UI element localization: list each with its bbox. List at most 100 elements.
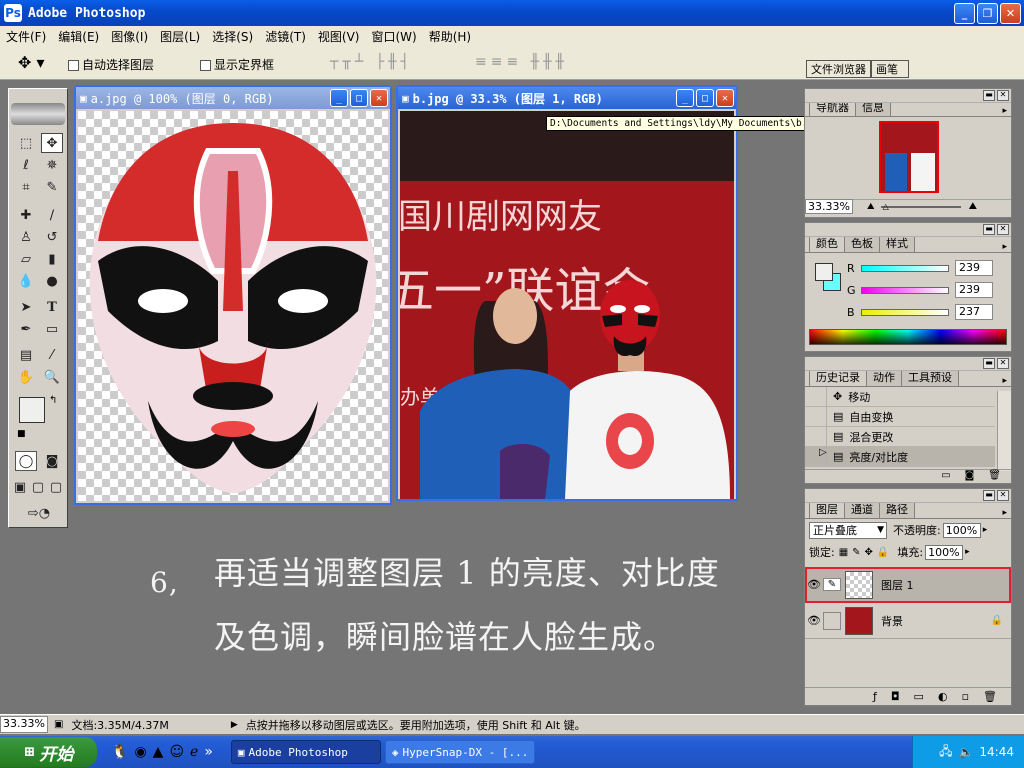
distribute-buttons-icon[interactable]: ≡≡≡ ╫╫╫	[475, 54, 568, 70]
zoom-icon[interactable]: 🔍	[41, 367, 63, 387]
notes-icon[interactable]: ▤	[15, 345, 37, 365]
layer-style-icon[interactable]: ƒ	[873, 690, 877, 703]
history-scrollbar[interactable]	[997, 391, 1011, 471]
taskbar-hypersnap[interactable]: ◈ HyperSnap-DX - [...	[384, 740, 535, 764]
auto-select-layer-option[interactable]: 自动选择图层	[68, 56, 154, 73]
history-item[interactable]: ✥ 移动	[805, 387, 995, 407]
align-buttons-icon[interactable]: ┬╥┴ ├╫┤	[330, 54, 413, 70]
marquee-icon[interactable]: ⬚	[15, 133, 37, 153]
taskbar-photoshop[interactable]: ▣ Adobe Photoshop	[230, 740, 381, 764]
opacity-arrow-icon[interactable]: ▸	[983, 525, 988, 535]
clone-stamp-icon[interactable]: ♙	[15, 227, 37, 247]
panel-close-button[interactable]: ✕	[997, 490, 1009, 501]
history-item[interactable]: ▤ 混合更改	[805, 426, 995, 447]
status-menu-arrow-icon[interactable]: ▶	[231, 720, 238, 730]
more-chevron-icon[interactable]: »	[204, 744, 213, 760]
green-value-field[interactable]: 239	[955, 282, 993, 298]
history-item[interactable]: ▤ 自由变换	[805, 406, 995, 427]
adjustment-layer-icon[interactable]: ◐	[938, 690, 948, 703]
minimize-button[interactable]: _	[954, 2, 975, 24]
panel-close-button[interactable]: ✕	[997, 224, 1009, 235]
close-button[interactable]: ✕	[1000, 2, 1021, 24]
blur-icon[interactable]: 💧	[15, 271, 37, 291]
dodge-icon[interactable]: ●	[41, 271, 63, 291]
layer-row-layer1[interactable]: 👁 ✎ 图层 1	[805, 567, 1011, 603]
panel-minimize-button[interactable]: ▬	[983, 90, 995, 101]
new-layer-icon[interactable]: ▫	[962, 690, 969, 703]
start-button[interactable]: ⊞ 开始	[0, 737, 97, 767]
brush-link-icon[interactable]: ✎	[823, 578, 841, 591]
move-tool-icon[interactable]: ✥	[41, 133, 63, 153]
panel-menu-arrow-icon[interactable]: ▸	[1002, 508, 1007, 518]
quick-mask-icon[interactable]: ◙	[41, 451, 63, 471]
panel-minimize-button[interactable]: ▬	[983, 358, 995, 369]
panel-menu-arrow-icon[interactable]: ▸	[1002, 376, 1007, 386]
new-set-icon[interactable]: ▭	[914, 690, 924, 703]
screen-mode-full-icon[interactable]: ▢	[47, 477, 65, 497]
gradient-icon[interactable]: ▮	[41, 249, 63, 269]
volume-icon[interactable]: 🔈	[958, 745, 973, 759]
foreground-color-swatch[interactable]	[19, 397, 45, 423]
screen-mode-full-menu-icon[interactable]: ▢	[29, 477, 47, 497]
brush-icon[interactable]: ∕	[41, 205, 63, 225]
doc-a-maximize-button[interactable]: □	[350, 89, 368, 107]
color-ramp[interactable]	[809, 329, 1007, 345]
default-colors-icon[interactable]: ■	[17, 429, 26, 439]
delete-layer-icon[interactable]: 🗑	[983, 690, 997, 703]
menu-select[interactable]: 选择(S)	[206, 28, 259, 45]
crop-icon[interactable]: ⌗	[15, 177, 37, 197]
history-item-current[interactable]: ▷ ▤ 亮度/对比度	[805, 446, 995, 467]
visibility-eye-icon[interactable]: 👁	[805, 614, 823, 627]
doc-a-close-button[interactable]: ✕	[370, 89, 388, 107]
new-snapshot-icon[interactable]: ◙	[965, 470, 975, 483]
navigator-thumbnail[interactable]	[879, 121, 939, 193]
panel-minimize-button[interactable]: ▬	[983, 490, 995, 501]
document-a-canvas[interactable]	[78, 111, 388, 501]
history-brush-icon[interactable]: ↺	[41, 227, 63, 247]
magic-wand-icon[interactable]: ✵	[41, 155, 63, 175]
menu-help[interactable]: 帮助(H)	[423, 28, 477, 45]
auto-select-checkbox[interactable]	[68, 60, 79, 71]
panel-close-button[interactable]: ✕	[997, 90, 1009, 101]
path-select-icon[interactable]: ➤	[15, 297, 37, 317]
fill-field[interactable]: 100%	[925, 544, 964, 560]
layer1-name[interactable]: 图层 1	[881, 577, 914, 593]
pen-icon[interactable]: ✒	[15, 319, 37, 339]
network-icon[interactable]: 🖧	[939, 742, 952, 763]
ie-icon[interactable]: ℯ	[190, 744, 198, 760]
standard-mode-icon[interactable]: ◯	[15, 451, 37, 471]
brushes-tab[interactable]: 画笔	[871, 60, 909, 78]
healing-brush-icon[interactable]: ✚	[15, 205, 37, 225]
menu-window[interactable]: 窗口(W)	[365, 28, 422, 45]
menu-filter[interactable]: 滤镜(T)	[259, 28, 312, 45]
show-bounds-checkbox[interactable]	[200, 60, 211, 71]
jump-to-imageready-icon[interactable]: ⇨◔	[19, 503, 59, 523]
opacity-field[interactable]: 100%	[942, 522, 981, 538]
document-b-titlebar[interactable]: ▣ b.jpg @ 33.3% (图层 1, RGB) _ □ ✕	[398, 87, 736, 109]
move-tool-preset-icon[interactable]: ✥ ▾	[18, 53, 45, 72]
panel-minimize-button[interactable]: ▬	[983, 224, 995, 235]
status-zoom-field[interactable]: 33.33%	[0, 716, 48, 733]
background-layer-name[interactable]: 背景	[881, 613, 903, 629]
add-mask-icon[interactable]: ◘	[891, 690, 900, 703]
menu-view[interactable]: 视图(V)	[312, 28, 366, 45]
menu-image[interactable]: 图像(I)	[105, 28, 154, 45]
document-b-canvas[interactable]: 国川剧网网友 五一”联谊会 办单	[400, 111, 734, 499]
doc-a-minimize-button[interactable]: _	[330, 89, 348, 107]
blue-slider[interactable]	[861, 309, 949, 316]
new-document-from-state-icon[interactable]: ▭	[941, 470, 950, 483]
blend-mode-select[interactable]: 正片叠底 ▼	[809, 521, 887, 539]
document-a-titlebar[interactable]: ▣ a.jpg @ 100% (图层 0, RGB) _ □ ✕	[76, 87, 390, 109]
doc-b-minimize-button[interactable]: _	[676, 89, 694, 107]
green-slider[interactable]	[861, 287, 949, 294]
type-tool-icon[interactable]: T	[41, 297, 63, 317]
menu-layer[interactable]: 图层(L)	[154, 28, 206, 45]
eraser-icon[interactable]: ▱	[15, 249, 37, 269]
restore-button[interactable]: ❐	[977, 2, 998, 24]
panel-close-button[interactable]: ✕	[997, 358, 1009, 369]
file-browser-tab[interactable]: 文件浏览器	[806, 60, 871, 78]
panel-menu-arrow-icon[interactable]: ▸	[1002, 242, 1007, 252]
red-value-field[interactable]: 239	[955, 260, 993, 276]
doc-b-close-button[interactable]: ✕	[716, 89, 734, 107]
doc-b-maximize-button[interactable]: □	[696, 89, 714, 107]
